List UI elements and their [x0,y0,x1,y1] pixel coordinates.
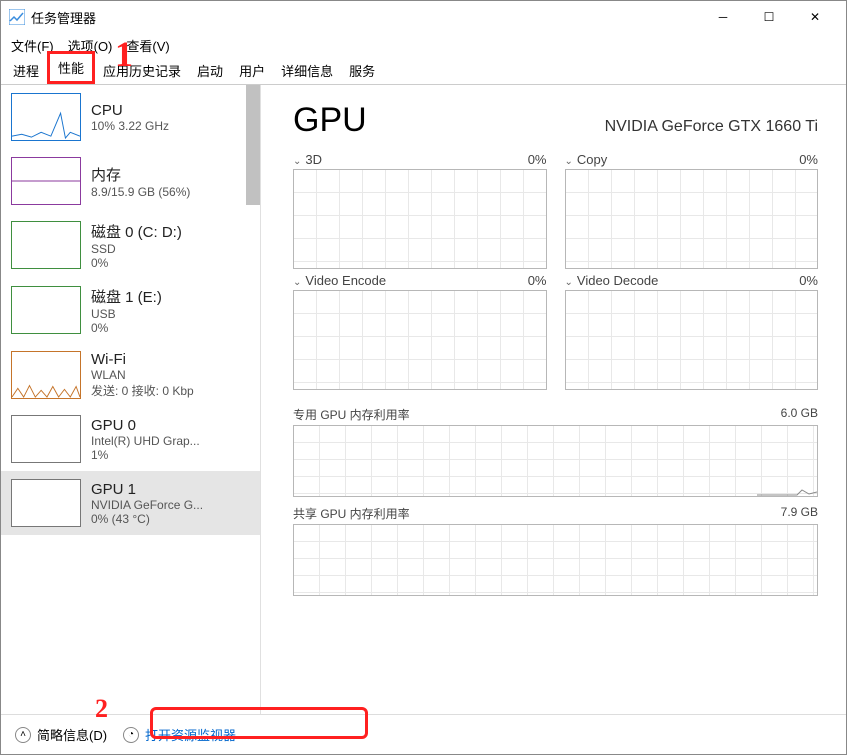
sidebar-gpu1-sub: NVIDIA GeForce G... [91,498,203,512]
sidebar-disk1-sub: USB [91,307,162,321]
sidebar-disk1-sub2: 0% [91,321,162,335]
titlebar[interactable]: 任务管理器 ─ ☐ ✕ [1,1,846,33]
sidebar-disk0-sub2: 0% [91,256,182,270]
gpu-name: NVIDIA GeForce GTX 1660 Ti [605,118,818,136]
menubar: 文件(F) 选项(O) 查看(V) [1,33,846,57]
label-copy: Copy [577,152,607,167]
sidebar-item-cpu[interactable]: CPU 10% 3.22 GHz [1,85,260,149]
disk0-thumbnail-chart [11,221,81,269]
sidebar-scrollbar[interactable] [246,85,260,205]
chevron-down-icon[interactable]: ⌄ [293,277,301,288]
sidebar-item-disk0[interactable]: 磁盘 0 (C: D:) SSD 0% [1,213,260,278]
sidebar-disk1-title: 磁盘 1 (E:) [91,286,162,307]
chevron-up-icon: ˄ [15,727,31,743]
chart-video-encode: ⌄ Video Encode 0% [293,273,547,390]
chart-shared-memory: 共享 GPU 内存利用率 7.9 GB [293,505,818,596]
chart-area-dedicated[interactable] [293,425,818,497]
chevron-down-icon[interactable]: ⌄ [565,277,573,288]
sidebar-gpu0-sub: Intel(R) UHD Grap... [91,434,200,448]
disk1-thumbnail-chart [11,286,81,334]
chart-dedicated-memory: 专用 GPU 内存利用率 6.0 GB [293,406,818,497]
chart-copy: ⌄ Copy 0% [565,152,819,269]
chevron-down-icon[interactable]: ⌄ [293,156,301,167]
chart-video-decode: ⌄ Video Decode 0% [565,273,819,390]
menu-view[interactable]: 查看(V) [122,34,173,57]
window-title: 任务管理器 [31,8,700,27]
sidebar-gpu1-sub2: 0% (43 °C) [91,512,203,526]
minimize-button[interactable]: ─ [700,2,746,32]
sidebar-wifi-sub: WLAN [91,368,194,382]
footer: ˄ 简略信息(D) ◔ 打开资源监视器 [1,714,846,754]
chart-3d: ⌄ 3D 0% [293,152,547,269]
sidebar-memory-title: 内存 [91,164,190,185]
maximize-button[interactable]: ☐ [746,2,792,32]
chart-area-3d[interactable] [293,169,547,269]
value-vdec: 0% [799,273,818,288]
sidebar-gpu1-title: GPU 1 [91,481,203,498]
sidebar-item-memory[interactable]: 内存 8.9/15.9 GB (56%) [1,149,260,213]
sidebar-item-gpu1[interactable]: GPU 1 NVIDIA GeForce G... 0% (43 °C) [1,471,260,535]
sidebar-disk0-title: 磁盘 0 (C: D:) [91,221,182,242]
close-button[interactable]: ✕ [792,2,838,32]
tab-services[interactable]: 服务 [341,57,383,84]
wifi-thumbnail-chart [11,351,81,399]
chart-area-shared[interactable] [293,524,818,596]
task-manager-window: 任务管理器 ─ ☐ ✕ 文件(F) 选项(O) 查看(V) 进程 性能 应用历史… [0,0,847,755]
sidebar-memory-sub: 8.9/15.9 GB (56%) [91,185,190,199]
sidebar-gpu0-title: GPU 0 [91,417,200,434]
chart-area-copy[interactable] [565,169,819,269]
chart-area-vdec[interactable] [565,290,819,390]
gpu1-thumbnail-chart [11,479,81,527]
app-icon [9,9,25,25]
label-shared: 共享 GPU 内存利用率 [293,505,410,522]
fewer-details-label: 简略信息(D) [37,725,107,744]
page-title: GPU [293,101,367,140]
max-shared: 7.9 GB [781,505,818,522]
resource-monitor-icon: ◔ [123,727,139,743]
sidebar-disk0-sub: SSD [91,242,182,256]
max-dedicated: 6.0 GB [781,406,818,423]
fewer-details-button[interactable]: ˄ 简略信息(D) [15,725,107,744]
sidebar-item-disk1[interactable]: 磁盘 1 (E:) USB 0% [1,278,260,343]
sidebar-wifi-title: Wi-Fi [91,351,194,368]
chevron-down-icon[interactable]: ⌄ [565,156,573,167]
sidebar-item-wifi[interactable]: Wi-Fi WLAN 发送: 0 接收: 0 Kbp [1,343,260,407]
resource-monitor-label: 打开资源监视器 [145,725,236,744]
gpu-detail-panel: GPU NVIDIA GeForce GTX 1660 Ti ⌄ 3D 0% ⌄ Co… [261,85,846,714]
tab-performance[interactable]: 性能 [47,51,95,84]
sidebar-item-gpu0[interactable]: GPU 0 Intel(R) UHD Grap... 1% [1,407,260,471]
chart-area-venc[interactable] [293,290,547,390]
tab-startup[interactable]: 启动 [189,57,231,84]
label-vdec: Video Decode [577,273,658,288]
label-dedicated: 专用 GPU 内存利用率 [293,406,410,423]
value-venc: 0% [528,273,547,288]
sidebar-cpu-sub: 10% 3.22 GHz [91,119,169,133]
performance-sidebar[interactable]: CPU 10% 3.22 GHz 内存 8.9/15.9 GB (56%) [1,85,260,714]
tabbar: 进程 性能 应用历史记录 启动 用户 详细信息 服务 [1,57,846,85]
tab-processes[interactable]: 进程 [5,57,47,84]
gpu0-thumbnail-chart [11,415,81,463]
open-resource-monitor-link[interactable]: ◔ 打开资源监视器 [123,725,236,744]
sidebar-cpu-title: CPU [91,102,169,119]
sidebar-wifi-sub2: 发送: 0 接收: 0 Kbp [91,382,194,399]
tab-app-history[interactable]: 应用历史记录 [95,57,189,84]
sidebar-gpu0-sub2: 1% [91,448,200,462]
value-3d: 0% [528,152,547,167]
memory-thumbnail-chart [11,157,81,205]
tab-details[interactable]: 详细信息 [273,57,341,84]
label-3d: 3D [305,152,322,167]
tab-users[interactable]: 用户 [231,57,273,84]
label-venc: Video Encode [305,273,386,288]
value-copy: 0% [799,152,818,167]
cpu-thumbnail-chart [11,93,81,141]
